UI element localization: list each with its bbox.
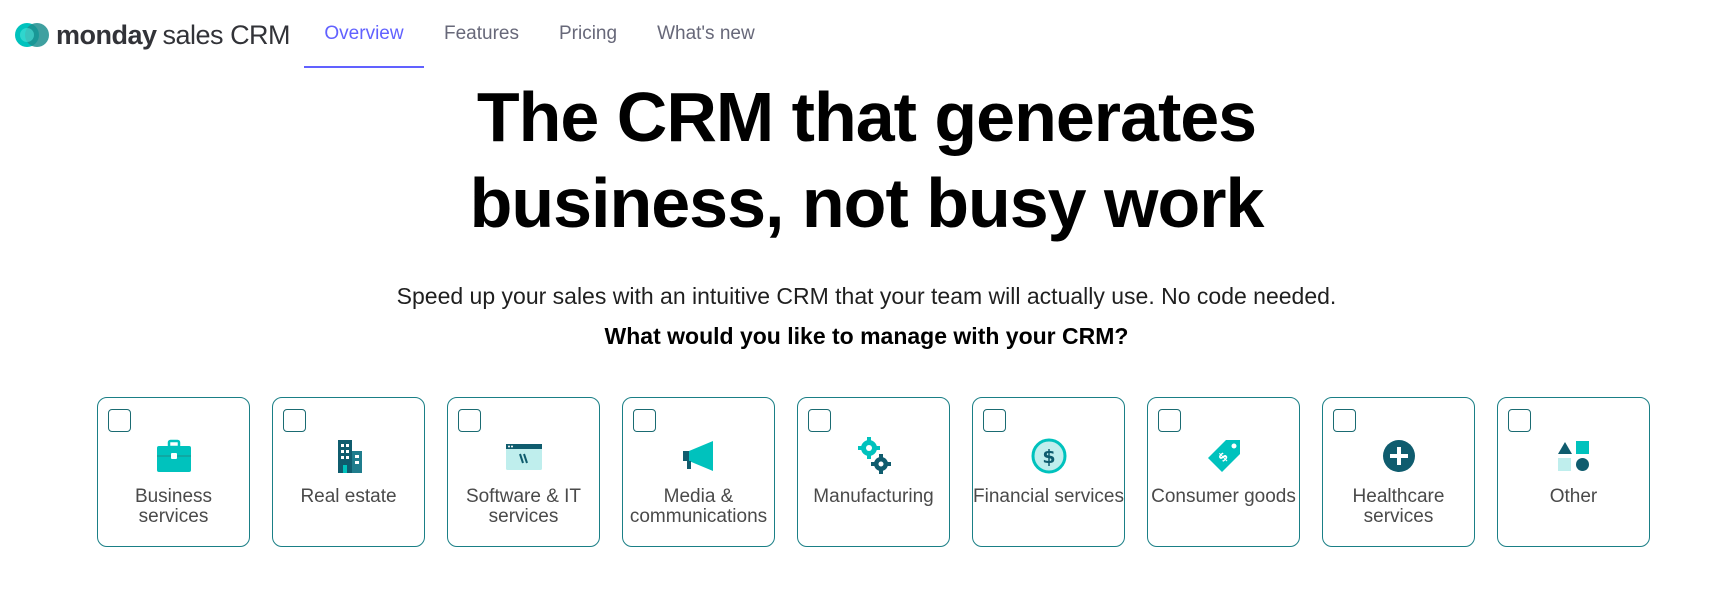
price-tag-icon: $ xyxy=(1207,440,1240,472)
monday-logo-icon xyxy=(15,23,49,47)
shapes-icon xyxy=(1557,441,1589,471)
card-financial-services[interactable]: $ Financial services xyxy=(972,397,1125,547)
card-label: Financial services xyxy=(973,486,1124,507)
card-label: Manufacturing xyxy=(813,486,934,507)
logo-product: sales CRM xyxy=(162,19,291,50)
card-label: Media & communications xyxy=(629,486,768,527)
nav-features[interactable]: Features xyxy=(424,0,539,68)
site-header: monday sales CRM Overview Features Pricin… xyxy=(0,0,1733,70)
card-real-estate[interactable]: Real estate xyxy=(272,397,425,547)
page-headline: The CRM that generates business, not bus… xyxy=(0,74,1733,246)
main-nav: Overview Features Pricing What's new xyxy=(304,0,775,70)
card-healthcare-services[interactable]: Healthcare services xyxy=(1322,397,1475,547)
crm-question: What would you like to manage with your … xyxy=(604,323,1129,349)
card-checkbox[interactable] xyxy=(108,409,131,432)
hero-subtitle: Speed up your sales with an intuitive CR… xyxy=(396,283,1337,309)
card-software-it-services[interactable]: Software & IT services xyxy=(447,397,600,547)
briefcase-icon xyxy=(156,439,191,472)
browser-window-icon xyxy=(505,444,542,470)
card-checkbox[interactable] xyxy=(1158,409,1181,432)
card-business-services[interactable]: Business services xyxy=(97,397,250,547)
dollar-coin-icon: $ xyxy=(1031,438,1066,474)
card-checkbox[interactable] xyxy=(983,409,1006,432)
card-label: Real estate xyxy=(300,486,397,507)
card-manufacturing[interactable]: Manufacturing xyxy=(797,397,950,547)
buildings-icon xyxy=(337,440,362,473)
megaphone-icon xyxy=(682,441,713,471)
card-checkbox[interactable] xyxy=(283,409,306,432)
card-label: Healthcare services xyxy=(1352,486,1445,527)
card-checkbox[interactable] xyxy=(1508,409,1531,432)
card-media-communications[interactable]: Media & communications xyxy=(622,397,775,547)
svg-text:$: $ xyxy=(1042,446,1055,468)
headline-line-1: The CRM that generates xyxy=(476,78,1257,156)
industry-cards: Business services Real estate Software &… xyxy=(97,397,1650,547)
logo-brand: monday xyxy=(56,19,157,50)
card-consumer-goods[interactable]: $ Consumer goods xyxy=(1147,397,1300,547)
card-label: Other xyxy=(1549,486,1598,507)
card-checkbox[interactable] xyxy=(808,409,831,432)
nav-whats-new[interactable]: What's new xyxy=(637,0,775,68)
logo-text: monday sales CRM xyxy=(56,19,291,51)
logo[interactable]: monday sales CRM xyxy=(14,18,291,52)
card-checkbox[interactable] xyxy=(458,409,481,432)
headline-line-2: business, not busy work xyxy=(469,164,1265,242)
card-label: Consumer goods xyxy=(1151,486,1296,507)
card-checkbox[interactable] xyxy=(633,409,656,432)
gears-icon xyxy=(857,437,891,474)
card-label: Business services xyxy=(134,486,213,527)
nav-pricing[interactable]: Pricing xyxy=(539,0,637,68)
card-label: Software & IT services xyxy=(465,486,582,527)
card-other[interactable]: Other xyxy=(1497,397,1650,547)
nav-overview[interactable]: Overview xyxy=(304,0,424,68)
card-checkbox[interactable] xyxy=(1333,409,1356,432)
medical-plus-icon xyxy=(1382,440,1415,472)
